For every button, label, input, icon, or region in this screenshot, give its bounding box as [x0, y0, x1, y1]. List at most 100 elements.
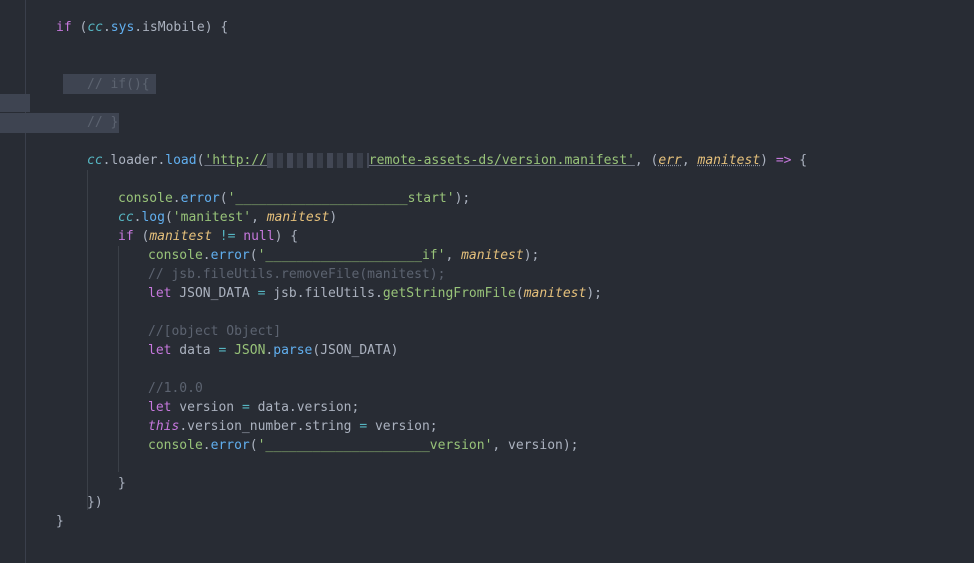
code-line[interactable]: cc.loader.load('http://xxxxxxxxxxxxxremo… — [87, 151, 807, 170]
punctuation: . — [296, 286, 305, 301]
operator: = — [241, 400, 250, 415]
comment: // if(){ — [87, 77, 150, 92]
identifier: console — [118, 191, 173, 206]
expression: version; — [367, 419, 438, 434]
function-name: parse — [273, 343, 313, 358]
punctuation: ( — [71, 20, 88, 35]
identifier: cc — [87, 153, 103, 168]
punctuation: . — [172, 191, 181, 206]
indent-guide — [87, 170, 88, 510]
code-line[interactable]: console.error('______________________sta… — [118, 189, 470, 208]
expression: , version); — [492, 438, 579, 453]
code-line[interactable]: let JSON_DATA = jsb.fileUtils.getStringF… — [148, 284, 602, 303]
string: '______________________start' — [227, 191, 455, 206]
code-line[interactable]: console.error('_____________________vers… — [148, 436, 579, 455]
operator: = — [359, 419, 368, 434]
variable: JSON_DATA — [171, 286, 258, 301]
keyword: let — [148, 343, 172, 358]
identifier: cc — [118, 210, 134, 225]
punctuation: ( — [164, 210, 173, 225]
string: '_____________________version' — [257, 438, 493, 453]
punctuation: , ( — [634, 153, 659, 168]
punctuation: ); — [523, 248, 540, 263]
property: sys — [110, 20, 135, 35]
code-line[interactable]: if (manitest != null) { — [118, 227, 298, 246]
variable: data — [171, 343, 219, 358]
punctuation: ) { — [204, 20, 229, 35]
punctuation: { — [791, 153, 808, 168]
comment: //1.0.0 — [148, 381, 203, 396]
variable: version — [171, 400, 242, 415]
punctuation: } — [118, 476, 126, 491]
code-line[interactable]: // if(){ — [87, 75, 150, 94]
punctuation: , — [251, 210, 267, 225]
expression: .version_number.string — [179, 419, 360, 434]
punctuation: }) — [87, 495, 103, 510]
keyword: this — [148, 419, 180, 434]
punctuation: ( — [133, 229, 150, 244]
punctuation: . — [202, 438, 211, 453]
function-name: error — [210, 438, 250, 453]
code-line[interactable]: } — [56, 512, 64, 531]
function-name: error — [210, 248, 250, 263]
punctuation: (JSON_DATA) — [312, 343, 399, 358]
code-line[interactable]: // } — [87, 113, 118, 132]
code-line[interactable]: } — [118, 474, 126, 493]
punctuation: , — [681, 153, 698, 168]
gutter-divider — [25, 0, 26, 563]
code-line[interactable]: //1.0.0 — [148, 379, 203, 398]
identifier: jsb — [265, 286, 297, 301]
indent-guide — [118, 246, 119, 472]
comment: // } — [87, 115, 119, 130]
code-line[interactable]: if (cc.sys.isMobile) { — [56, 18, 228, 37]
code-line[interactable]: //[object Object] — [148, 322, 281, 341]
code-line[interactable]: this.version_number.string = version; — [148, 417, 438, 436]
parameter: manitest — [266, 210, 330, 225]
function-name: log — [141, 210, 165, 225]
punctuation: . — [202, 248, 211, 263]
url-string[interactable]: http:// — [212, 153, 267, 168]
arrow-operator: => — [775, 153, 792, 168]
parameter: manitest — [697, 153, 761, 168]
punctuation: ); — [586, 286, 602, 301]
punctuation: , — [445, 248, 462, 263]
identifier: cc — [87, 20, 103, 35]
operator: != — [211, 229, 244, 244]
identifier: console — [148, 438, 203, 453]
punctuation: ) — [329, 210, 338, 225]
parameter: manitest — [149, 229, 212, 244]
url-string[interactable]: remote-assets-ds/version.manifest — [369, 153, 627, 168]
keyword: if — [118, 229, 134, 244]
punctuation: . — [102, 20, 111, 35]
property: fileUtils — [304, 286, 375, 301]
punctuation: ( — [219, 191, 228, 206]
code-line[interactable]: console.error('____________________if', … — [148, 246, 539, 265]
code-line[interactable]: // jsb.fileUtils.removeFile(manitest); — [148, 265, 445, 284]
punctuation: ( — [249, 438, 258, 453]
keyword: null — [243, 229, 275, 244]
comment: //[object Object] — [148, 324, 282, 339]
parameter: manitest — [461, 248, 524, 263]
punctuation: ( — [249, 248, 258, 263]
punctuation: . — [375, 286, 383, 301]
punctuation: ) — [760, 153, 776, 168]
code-line[interactable]: }) — [87, 493, 103, 512]
selection-highlight — [0, 94, 30, 112]
punctuation: . — [134, 20, 143, 35]
code-editor[interactable]: if (cc.sys.isMobile) { // if(){ // } cc.… — [0, 0, 974, 563]
property: isMobile — [142, 20, 205, 35]
code-line[interactable]: cc.log('manitest', manitest) — [118, 208, 337, 227]
function-name: getStringFromFile — [382, 286, 516, 301]
code-line[interactable]: let data = JSON.parse(JSON_DATA) — [148, 341, 398, 360]
parameter: err — [658, 153, 682, 168]
property: loader — [110, 153, 158, 168]
identifier: JSON — [234, 343, 266, 358]
function-name: error — [180, 191, 220, 206]
punctuation: ); — [454, 191, 471, 206]
punctuation: } — [56, 514, 64, 529]
string: 'manitest' — [172, 210, 252, 225]
code-line[interactable]: let version = data.version; — [148, 398, 359, 417]
string: ' — [627, 153, 635, 168]
expression: data.version; — [249, 400, 360, 415]
